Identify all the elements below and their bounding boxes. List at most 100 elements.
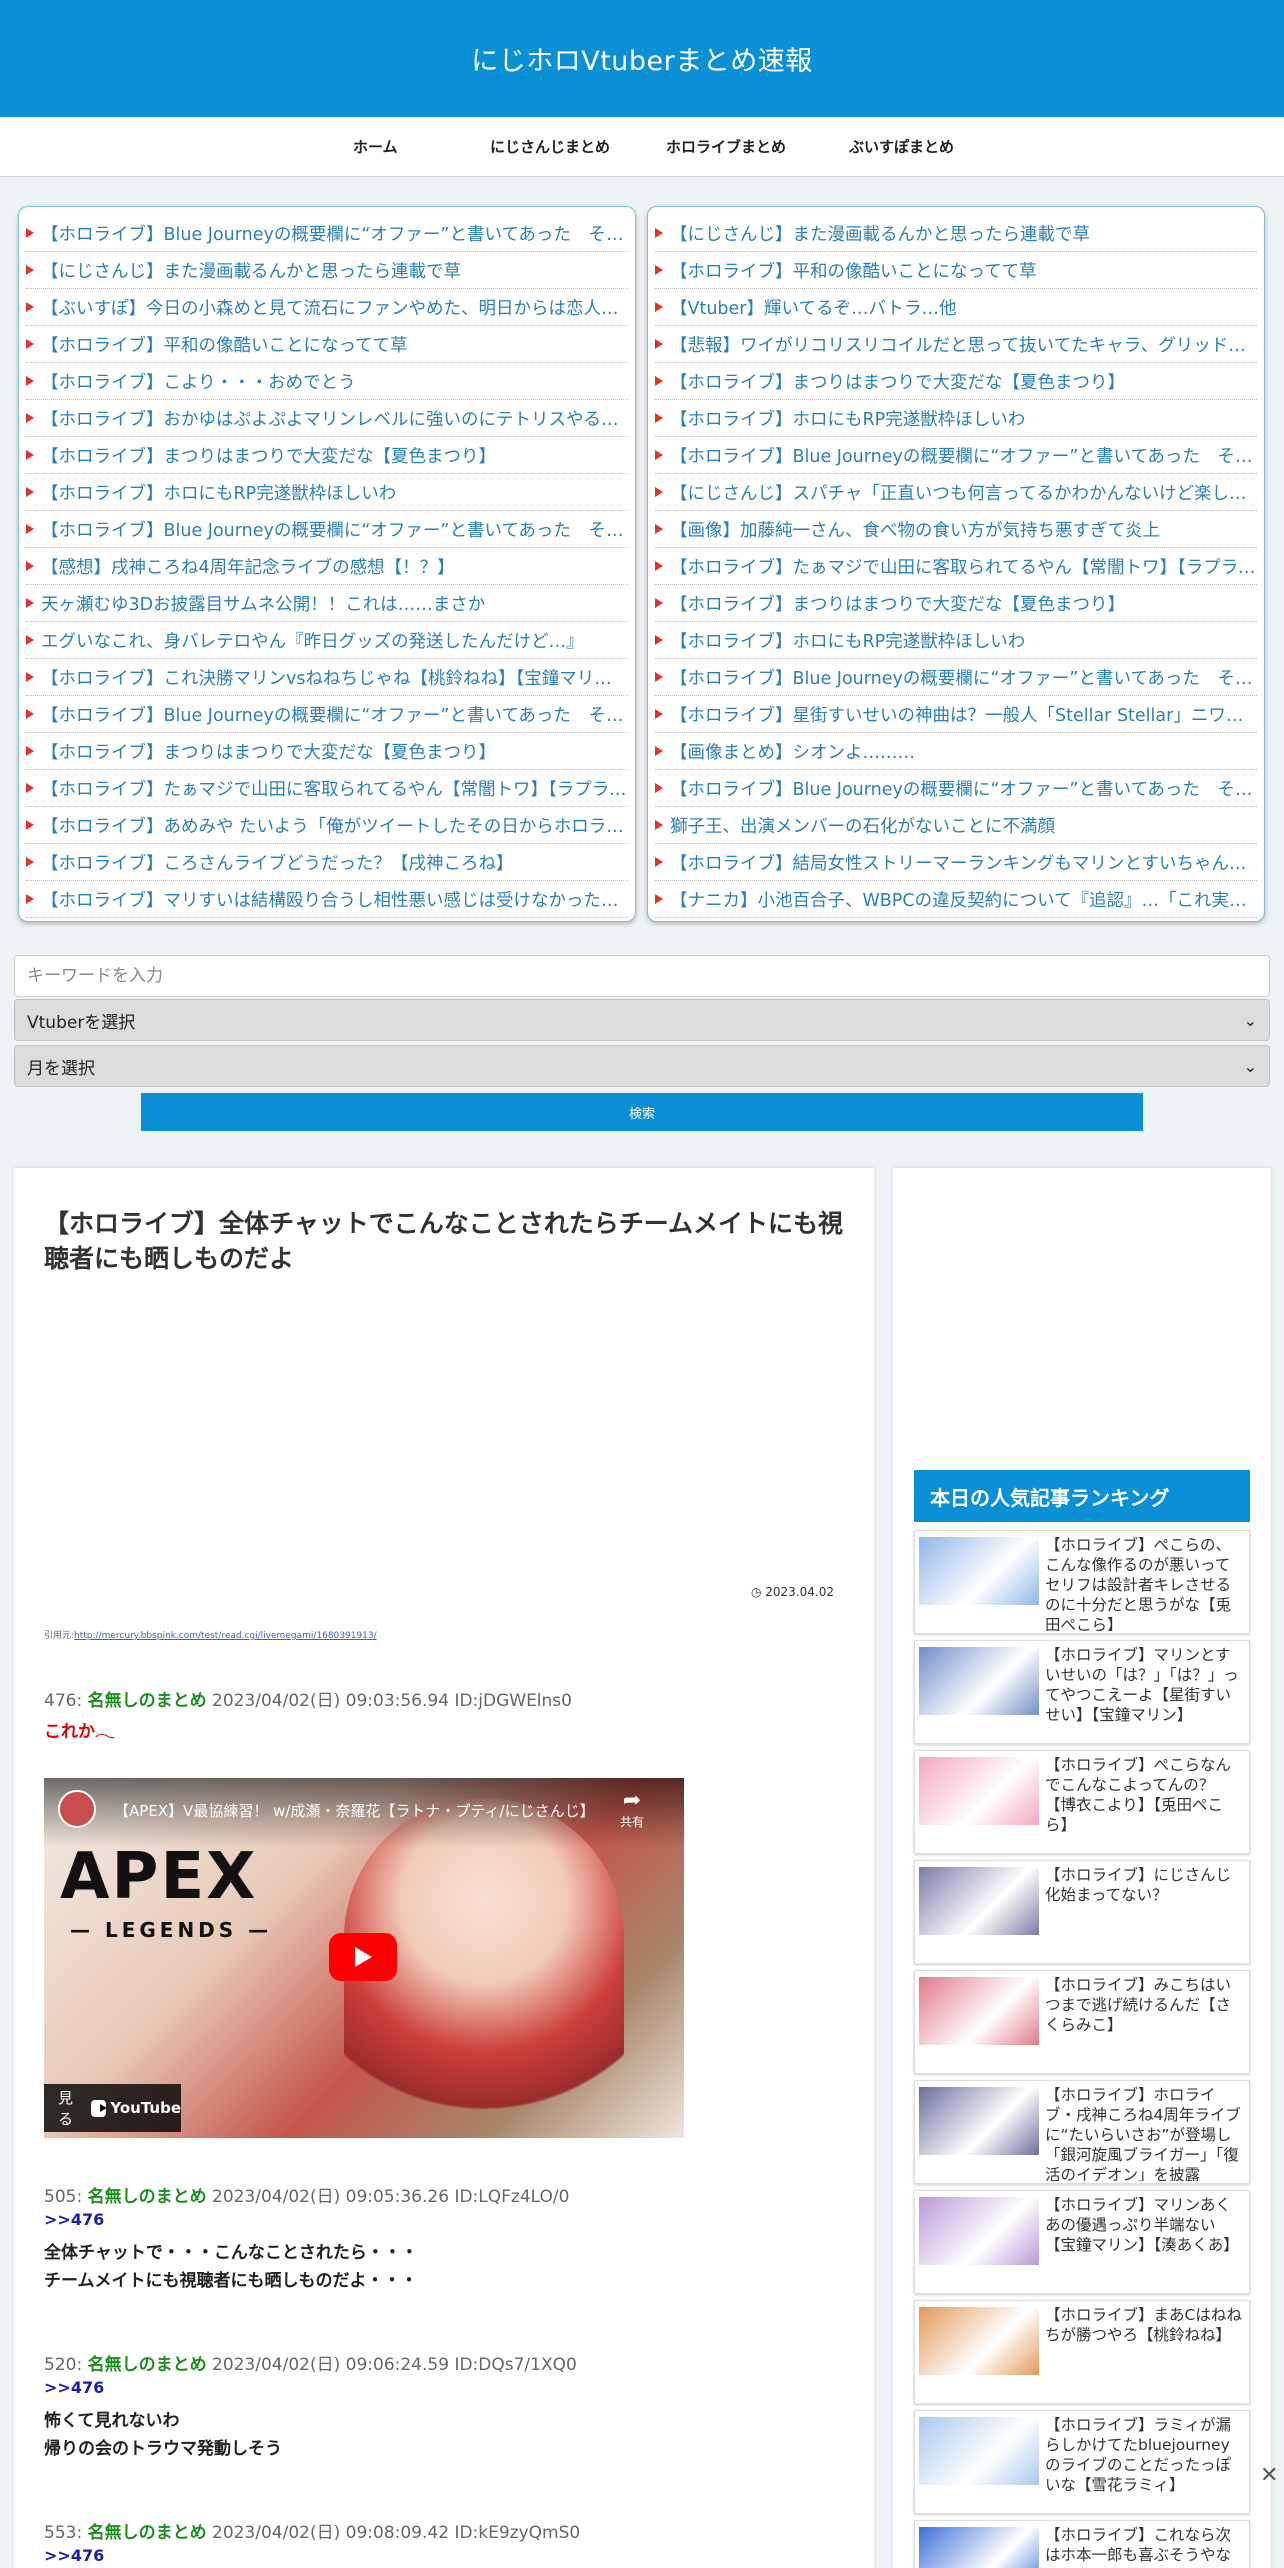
ranking-item[interactable]: 【ホロライブ】ぺこらの、こんな像作るのが悪いってセリフは設計者キレさせるのに十分… xyxy=(914,1530,1250,1634)
feed-right-item-title: 【ホロライブ】たぁマジで山田に客取られてるやん【常闇トワ】【ラプラス】 xyxy=(670,557,1257,578)
search-button[interactable]: 検索 xyxy=(141,1093,1143,1131)
ranking-item[interactable]: 【ホロライブ】ぺこらなんでこんなこよってんの？【博衣こより】【兎田ぺこら】 xyxy=(914,1750,1250,1854)
feed-right-item[interactable]: 【ホロライブ】結局女性ストリーマーランキングもマリンとすいちゃんがトップ xyxy=(655,844,1257,881)
ranking-thumbnail[interactable] xyxy=(919,2197,1039,2265)
watch-on-youtube-button[interactable]: 見る YouTube xyxy=(44,2084,181,2132)
feed-left-item[interactable]: 【感想】戌神ころね4周年記念ライブの感想【！？】 xyxy=(26,548,628,585)
feed-right-item[interactable]: 【ホロライブ】平和の像酷いことになってて草 xyxy=(655,252,1257,289)
feed-left-item[interactable]: 【ホロライブ】これ決勝マリンvsねねちじゃね【桃鈴ねね】【宝鐘マリン】 xyxy=(26,659,628,696)
ranking-item-title[interactable]: 【ホロライブ】マリンあくあの優遇っぷり半端ない【宝鐘マリン】【湊あくあ】 xyxy=(1045,2195,1245,2255)
ranking-item-title[interactable]: 【ホロライブ】ホロライブ・戌神ころね4周年ライブに“たいらいさお”が登場し「銀河… xyxy=(1045,2085,1245,2181)
vtuber-select[interactable]: Vtuberを選択 ⌄ xyxy=(14,999,1270,1041)
nav-vspo[interactable]: ぶいすぽまとめ xyxy=(849,136,954,157)
ranking-item-title[interactable]: 【ホロライブ】にじさんじ化始まってない？ xyxy=(1045,1865,1245,1905)
feed-right-item[interactable]: 【ホロライブ】Blue Journeyの概要欄に“オファー”と書いてあった その… xyxy=(655,659,1257,696)
ranking-item-title[interactable]: 【ホロライブ】みこちはいつまで逃げ続けるんだ【さくらみこ】 xyxy=(1045,1975,1245,2035)
ranking-thumbnail[interactable] xyxy=(919,1537,1039,1605)
channel-avatar[interactable] xyxy=(58,1790,96,1828)
ranking-item[interactable]: 【ホロライブ】マリンあくあの優遇っぷり半端ない【宝鐘マリン】【湊あくあ】 xyxy=(914,2190,1250,2294)
month-select[interactable]: 月を選択 ⌄ xyxy=(14,1045,1270,1087)
feed-right-item[interactable]: 【ホロライブ】まつりはまつりで大変だな【夏色まつり】 xyxy=(655,585,1257,622)
video-title[interactable]: 【APEX】V最協練習！ w/成瀬・奈羅花【ラトナ・プティ/にじさんじ】 xyxy=(114,1800,595,1821)
nav-hololive[interactable]: ホロライブまとめ xyxy=(666,136,786,157)
feed-right-item[interactable]: 【悲報】ワイがリコリスリコイルだと思って抜いてたキャラ、グリッドマンだった xyxy=(655,326,1257,363)
ranking-thumbnail[interactable] xyxy=(919,2307,1039,2375)
feed-right-item[interactable]: 【ホロライブ】Blue Journeyの概要欄に“オファー”と書いてあった その… xyxy=(655,437,1257,474)
ranking-thumbnail[interactable] xyxy=(919,1647,1039,1715)
ranking-item[interactable]: 【ホロライブ】これなら次はホ本一郎も喜ぶそうやな xyxy=(914,2520,1250,2568)
feed-left-item[interactable]: 【ホロライブ】たぁマジで山田に客取られてるやん【常闇トワ】【ラプラス】 xyxy=(26,770,628,807)
feed-right-item[interactable]: 【ナニカ】小池百合子、WBPCの違反契約について『追認』…「これ実質…」 xyxy=(655,881,1257,918)
feed-right-item[interactable]: 【ホロライブ】星街すいせいの神曲は？一般人「Stellar Stellar」ニワ… xyxy=(655,696,1257,733)
feed-left-item[interactable]: 【ホロライブ】マリすいは結構殴り合うし相性悪い感じは受けなかったけど… xyxy=(26,881,628,918)
keyword-input[interactable] xyxy=(14,955,1270,997)
feed-right-item[interactable]: 【Vtuber】輝いてるぞ…バトラ…他 xyxy=(655,289,1257,326)
feed-left-item[interactable]: 【ホロライブ】平和の像酷いことになってて草 xyxy=(26,326,628,363)
site-header: にじホロVtuberまとめ速報 xyxy=(0,0,1284,117)
ranking-item[interactable]: 【ホロライブ】まあCはねねちが勝つやろ【桃鈴ねね】 xyxy=(914,2300,1250,2404)
comment-meta: 2023/04/02(日) 09:03:56.94 ID:jDGWElns0 xyxy=(212,1691,572,1711)
nav-nijisanji[interactable]: にじさんじまとめ xyxy=(490,136,610,157)
source-link[interactable]: http://mercury.bbspink.com/test/read.cgi… xyxy=(74,1631,377,1641)
ranking-thumbnail[interactable] xyxy=(919,1757,1039,1825)
close-icon[interactable]: ✕ xyxy=(1260,2463,1278,2488)
ranking-item-title[interactable]: 【ホロライブ】まあCはねねちが勝つやろ【桃鈴ねね】 xyxy=(1045,2305,1245,2345)
ranking-item[interactable]: 【ホロライブ】にじさんじ化始まってない？ xyxy=(914,1860,1250,1964)
play-button-icon[interactable] xyxy=(329,1933,397,1981)
nav-home[interactable]: ホーム xyxy=(353,136,398,157)
commenter-name: 名無しのまとめ xyxy=(87,2355,207,2375)
reply-anchor[interactable]: >>476 xyxy=(44,2210,104,2229)
ranking-thumbnail[interactable] xyxy=(919,2087,1039,2155)
ranking-item[interactable]: 【ホロライブ】マリンとすいせいの「は？」「は？」ってやつこえーよ【星街すいせい】… xyxy=(914,1640,1250,1744)
feed-left-item[interactable]: 【ホロライブ】Blue Journeyの概要欄に“オファー”と書いてあった その… xyxy=(26,215,628,252)
share-button[interactable]: ➦ 共有 xyxy=(620,1788,644,1830)
feed-left-item[interactable]: 【ぶいすぽ】今日の小森めと見て流石にファンやめた、明日からは恋人になります xyxy=(26,289,628,326)
feed-left-item[interactable]: 【ホロライブ】おかゆはぷよぷよマリンレベルに強いのにテトリスやると弱い xyxy=(26,400,628,437)
triangle-right-icon xyxy=(26,672,34,682)
month-select-value: 月を選択 xyxy=(27,1058,95,1079)
feed-left-item-title: 【ホロライブ】おかゆはぷよぷよマリンレベルに強いのにテトリスやると弱い xyxy=(41,409,628,430)
ranking-item[interactable]: 【ホロライブ】ラミィが漏らしかけてたbluejourneyのライブのことだったっ… xyxy=(914,2410,1250,2514)
ranking-item-title[interactable]: 【ホロライブ】ラミィが漏らしかけてたbluejourneyのライブのことだったっ… xyxy=(1045,2415,1245,2495)
feed-right-item[interactable]: 【にじさんじ】スパチャ「正直いつも何言ってるかわかんないけど楽しい」 xyxy=(655,474,1257,511)
triangle-right-icon xyxy=(655,857,663,867)
reply-anchor[interactable]: >>476 xyxy=(44,2378,104,2397)
feed-left-item[interactable]: 天ヶ瀬むゆ3Dお披露目サムネ公開！！これは……まさか xyxy=(26,585,628,622)
ranking-thumbnail[interactable] xyxy=(919,2527,1039,2568)
feed-right-item[interactable]: 【画像まとめ】シオンよ……… xyxy=(655,733,1257,770)
feed-left-item[interactable]: 【ホロライブ】Blue Journeyの概要欄に“オファー”と書いてあった その… xyxy=(26,511,628,548)
triangle-right-icon xyxy=(655,487,663,497)
triangle-right-icon xyxy=(655,598,663,608)
feed-right-item[interactable]: 【にじさんじ】また漫画載るんかと思ったら連載で草 xyxy=(655,215,1257,252)
feed-right-item[interactable]: 【ホロライブ】まつりはまつりで大変だな【夏色まつり】 xyxy=(655,363,1257,400)
feed-right-item-title: 【ホロライブ】まつりはまつりで大変だな【夏色まつり】 xyxy=(670,594,1125,615)
feed-left-item[interactable]: 【ホロライブ】あめみや たいよう「俺がツイートしたその日からホロライブが… xyxy=(26,807,628,844)
site-title[interactable]: にじホロVtuberまとめ速報 xyxy=(471,39,813,78)
ranking-thumbnail[interactable] xyxy=(919,1867,1039,1935)
feed-left-item[interactable]: 【ホロライブ】ホロにもRP完遂獣枠ほしいわ xyxy=(26,474,628,511)
feed-left-item[interactable]: 【ホロライブ】まつりはまつりで大変だな【夏色まつり】 xyxy=(26,733,628,770)
ranking-item-title[interactable]: 【ホロライブ】ぺこらの、こんな像作るのが悪いってセリフは設計者キレさせるのに十分… xyxy=(1045,1535,1245,1631)
feed-left-item[interactable]: 【にじさんじ】また漫画載るんかと思ったら連載で草 xyxy=(26,252,628,289)
ranking-item-title[interactable]: 【ホロライブ】ぺこらなんでこんなこよってんの？【博衣こより】【兎田ぺこら】 xyxy=(1045,1755,1245,1835)
ranking-item[interactable]: 【ホロライブ】ホロライブ・戌神ころね4周年ライブに“たいらいさお”が登場し「銀河… xyxy=(914,2080,1250,2184)
feed-left-item[interactable]: 【ホロライブ】まつりはまつりで大変だな【夏色まつり】 xyxy=(26,437,628,474)
youtube-embed[interactable]: APEX — LEGENDS — 【APEX】V最協練習！ w/成瀬・奈羅花【ラ… xyxy=(44,1778,684,2138)
feed-right-item[interactable]: 獅子王、出演メンバーの石化がないことに不満顔 xyxy=(655,807,1257,844)
feed-right-item-title: 【にじさんじ】スパチャ「正直いつも何言ってるかわかんないけど楽しい」 xyxy=(670,483,1257,504)
feed-right-item[interactable]: 【ホロライブ】ホロにもRP完遂獣枠ほしいわ xyxy=(655,400,1257,437)
ranking-item-title[interactable]: 【ホロライブ】マリンとすいせいの「は？」「は？」ってやつこえーよ【星街すいせい】… xyxy=(1045,1645,1245,1725)
ranking-thumbnail[interactable] xyxy=(919,1977,1039,2045)
feed-right-item[interactable]: 【ホロライブ】たぁマジで山田に客取られてるやん【常闇トワ】【ラプラス】 xyxy=(655,548,1257,585)
feed-right-item[interactable]: 【ホロライブ】ホロにもRP完遂獣枠ほしいわ xyxy=(655,622,1257,659)
feed-right-item[interactable]: 【ホロライブ】Blue Journeyの概要欄に“オファー”と書いてあった その… xyxy=(655,770,1257,807)
feed-left-item[interactable]: 【ホロライブ】こより・・・おめでとう xyxy=(26,363,628,400)
feed-left-item[interactable]: エグいなこれ、身バレテロやん『昨日グッズの発送したんだけど…』 xyxy=(26,622,628,659)
feed-left-item[interactable]: 【ホロライブ】ころさんライブどうだった？【戌神ころね】 xyxy=(26,844,628,881)
ranking-item-title[interactable]: 【ホロライブ】これなら次はホ本一郎も喜ぶそうやな xyxy=(1045,2525,1245,2565)
feed-left-item[interactable]: 【ホロライブ】Blue Journeyの概要欄に“オファー”と書いてあった その… xyxy=(26,696,628,733)
reply-anchor[interactable]: >>476 xyxy=(44,2546,104,2565)
ranking-thumbnail[interactable] xyxy=(919,2417,1039,2485)
ranking-item[interactable]: 【ホロライブ】みこちはいつまで逃げ続けるんだ【さくらみこ】 xyxy=(914,1970,1250,2074)
feed-right-item[interactable]: 【画像】加藤純一さん、食べ物の食い方が気持ち悪すぎて炎上 xyxy=(655,511,1257,548)
